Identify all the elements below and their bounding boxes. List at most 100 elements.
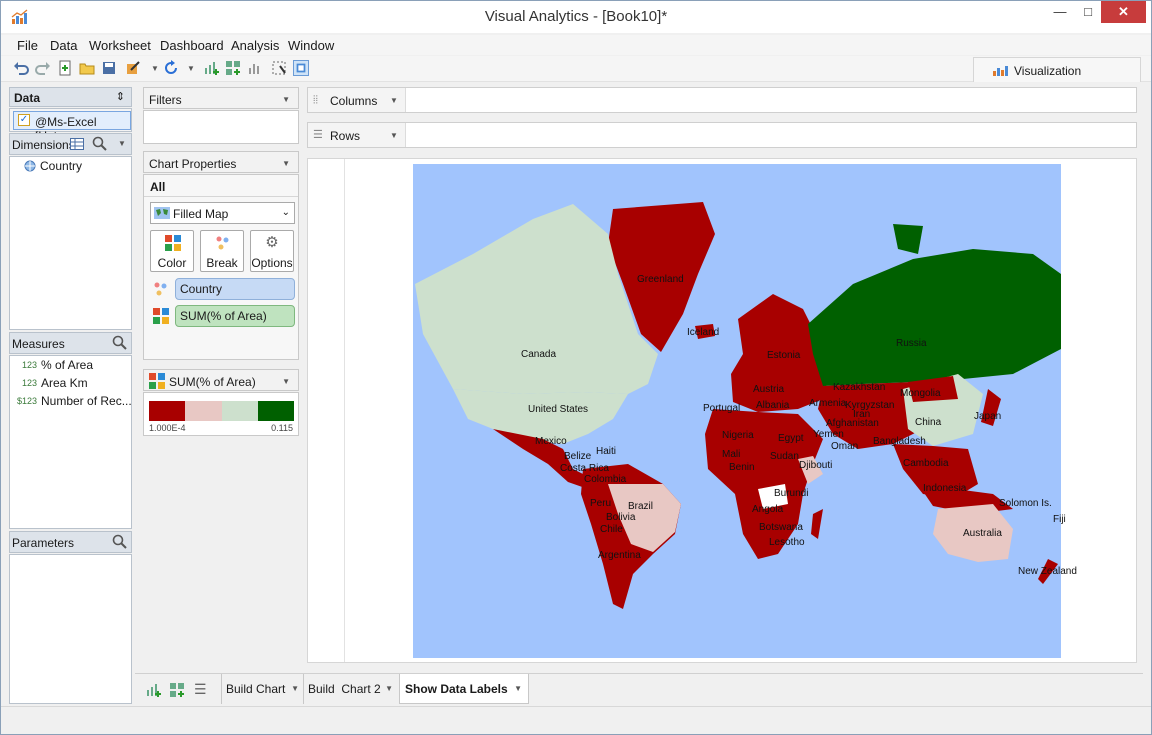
menu-file[interactable]: File	[17, 38, 38, 53]
undo-icon[interactable]	[13, 60, 29, 76]
options-button[interactable]: ⚙ Options	[250, 230, 294, 272]
new-dashboard-icon[interactable]	[169, 682, 185, 698]
table-view-icon[interactable]	[70, 138, 84, 150]
visualization-tab[interactable]: Visualization	[973, 57, 1141, 82]
filters-drop-area[interactable]	[143, 110, 299, 144]
close-button[interactable]: ✕	[1101, 1, 1146, 23]
map-label-austria: Austria	[753, 384, 785, 395]
map-label-mongolia: Mongolia	[900, 388, 941, 399]
minimize-button[interactable]: —	[1045, 1, 1075, 23]
map-label-brazil: Brazil	[628, 501, 654, 512]
filled-map[interactable]: Greenland Iceland Canada Russia Estonia …	[413, 164, 1077, 658]
new-file-icon[interactable]	[57, 60, 73, 76]
sheet-list-icon[interactable]: ☰	[194, 681, 207, 698]
redo-icon[interactable]	[35, 60, 51, 76]
data-source-dropdown-icon[interactable]: ▼	[151, 64, 159, 73]
legend-swatch	[221, 401, 258, 421]
map-label-mexico: Mexico	[535, 436, 567, 447]
map-label-japan: Japan	[974, 411, 1002, 422]
color-palette-icon	[149, 373, 165, 389]
search-icon[interactable]	[92, 136, 108, 152]
dimension-country[interactable]: Country	[40, 159, 82, 173]
map-label-peru: Peru	[590, 498, 612, 509]
dimensions-dropdown-icon[interactable]: ▼	[118, 139, 126, 148]
menu-dashboard[interactable]: Dashboard	[160, 38, 224, 53]
new-dashboard-icon[interactable]	[225, 60, 241, 76]
rows-dropdown-icon[interactable]: ▼	[390, 131, 398, 140]
parameters-search-icon[interactable]	[112, 534, 128, 550]
map-label-argentina: Argentina	[598, 550, 641, 561]
chart-properties-dropdown-icon[interactable]: ▼	[282, 159, 290, 168]
data-source-item[interactable]: ✓ @Ms-Excel [Unt...	[13, 111, 131, 143]
map-label-oman: Oman	[831, 441, 859, 452]
map-label-nigeria: Nigeria	[722, 430, 754, 441]
rows-label: Rows	[330, 129, 361, 143]
filters-header: Filters ▼	[143, 87, 299, 109]
map-label-egypt: Egypt	[778, 433, 804, 444]
region-madagascar[interactable]	[811, 509, 823, 539]
legend-dropdown-icon[interactable]: ▼	[282, 377, 290, 386]
refresh-icon[interactable]	[163, 60, 179, 76]
region-russia[interactable]	[808, 249, 1061, 386]
chart-type-value: Filled Map	[173, 207, 229, 221]
map-label-cambodia: Cambodia	[903, 458, 949, 469]
chevron-down-icon[interactable]: ⌄	[282, 207, 290, 218]
map-label-botswana: Botswana	[759, 522, 803, 533]
refresh-dropdown-icon[interactable]: ▼	[187, 64, 195, 73]
calculated-number-icon: $123	[17, 396, 38, 406]
chart-properties-title: Chart Properties	[149, 157, 237, 171]
tab-dropdown-icon[interactable]: ▼	[514, 684, 522, 693]
clear-icon[interactable]	[271, 60, 287, 76]
measures-search-icon[interactable]	[112, 335, 128, 351]
maximize-button[interactable]: □	[1073, 1, 1103, 23]
data-source-icon[interactable]	[125, 60, 141, 76]
checkbox-icon[interactable]: ✓	[18, 114, 30, 126]
map-label-fiji: Fiji	[1053, 514, 1066, 525]
sheet-tabs-bar: ☰ Build Chart ▼ Build Chart 2 ▼ Show Dat…	[135, 673, 1143, 704]
filters-dropdown-icon[interactable]: ▼	[282, 95, 290, 104]
color-field-pill[interactable]: SUM(% of Area)	[175, 305, 295, 327]
break-field-pill[interactable]: Country	[175, 278, 295, 300]
legend-header: SUM(% of Area) ▼	[143, 369, 299, 391]
tab-show-data-labels[interactable]: Show Data Labels ▼	[399, 674, 529, 704]
open-folder-icon[interactable]	[79, 60, 95, 76]
save-icon[interactable]	[101, 60, 117, 76]
menu-worksheet[interactable]: Worksheet	[89, 38, 151, 53]
tab-build-chart[interactable]: Build Chart ▼	[221, 674, 303, 704]
measure-pct-area[interactable]: % of Area	[41, 358, 93, 372]
gear-icon: ⚙	[265, 234, 279, 251]
new-worksheet-icon[interactable]	[203, 60, 219, 76]
title-bar: Visual Analytics - [Book10]* — □ ✕	[1, 1, 1151, 33]
rows-shelf[interactable]: ☰ Rows ▼	[307, 122, 1137, 148]
columns-dropdown-icon[interactable]: ▼	[390, 96, 398, 105]
number-type-icon: 123	[22, 378, 38, 388]
number-type-icon: 123	[22, 360, 38, 370]
break-button[interactable]: Break	[200, 230, 244, 272]
color-button-label: Color	[157, 256, 187, 270]
scope-row[interactable]: All	[144, 175, 298, 197]
legend-body: 1.000E-4 0.115	[143, 392, 299, 436]
map-label-china: China	[915, 417, 942, 428]
sort-arrows-icon[interactable]: ⇕	[116, 90, 125, 103]
map-label-new-zealand: New Zealand	[1018, 566, 1077, 577]
chart-type-select[interactable]: Filled Map ⌄	[150, 202, 295, 224]
tab-build-chart-2[interactable]: Build Chart 2 ▼	[303, 674, 397, 704]
menu-bar: File Data Worksheet Dashboard Analysis W…	[1, 35, 1151, 55]
new-worksheet-icon[interactable]	[145, 682, 161, 698]
measure-number-of-records[interactable]: Number of Rec...	[41, 394, 132, 408]
legend-title: SUM(% of Area)	[169, 375, 256, 389]
menu-analysis[interactable]: Analysis	[231, 38, 279, 53]
dimensions-label: Dimensions	[12, 138, 75, 152]
columns-shelf[interactable]: ⦙⦙ Columns ▼	[307, 87, 1137, 113]
tab-dropdown-icon[interactable]: ▼	[291, 684, 299, 693]
chart-properties-header: Chart Properties ▼	[143, 151, 299, 173]
color-button[interactable]: Color	[150, 230, 194, 272]
visualization-tab-label: Visualization	[1014, 64, 1082, 78]
tab-dropdown-icon[interactable]: ▼	[385, 684, 393, 693]
menu-data[interactable]: Data	[50, 38, 77, 53]
measure-area-km[interactable]: Area Km	[41, 376, 88, 390]
swap-chart-icon[interactable]	[247, 60, 263, 76]
menu-window[interactable]: Window	[288, 38, 334, 53]
show-me-icon[interactable]	[293, 60, 309, 76]
map-label-colombia: Colombia	[584, 474, 627, 485]
